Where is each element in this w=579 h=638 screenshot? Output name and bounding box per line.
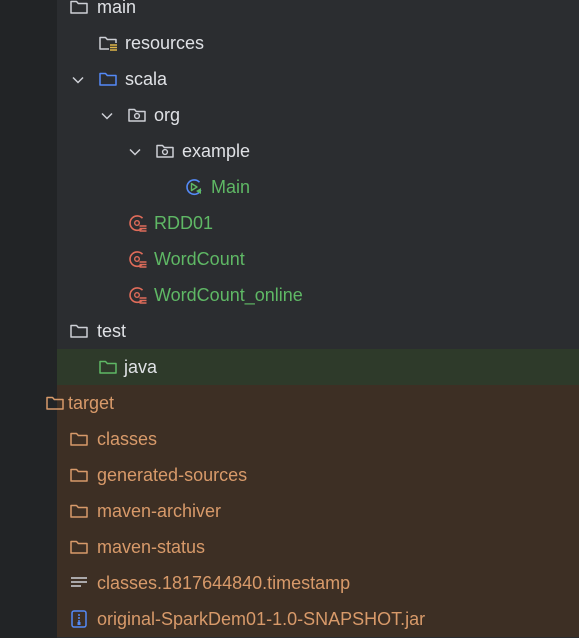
tree-item-label: target [68, 393, 115, 413]
tree-item-label: original-SparkDem01-1.0-SNAPSHOT.jar [97, 609, 426, 629]
tree-item-jar-file[interactable]: original-SparkDem01-1.0-SNAPSHOT.jar [57, 601, 579, 637]
tree-item-label: WordCount [154, 249, 245, 269]
chevron-down-icon[interactable] [127, 144, 143, 160]
test-source-folder-icon [98, 357, 118, 377]
folder-icon [69, 537, 89, 557]
tree-item-main-object[interactable]: Main [0, 169, 579, 205]
chevron-down-icon[interactable] [70, 72, 86, 88]
tree-item-label: classes.1817644840.timestamp [97, 573, 351, 593]
tree-item-timestamp-file[interactable]: classes.1817644840.timestamp [57, 565, 579, 601]
tree-item-label: maven-status [97, 537, 206, 557]
tree-item-label: WordCount_online [154, 285, 303, 305]
text-file-icon [69, 573, 89, 593]
tree-item-maven-status[interactable]: maven-status [57, 529, 579, 565]
tree-item-label: generated-sources [97, 465, 248, 485]
tree-item-maven-archiver[interactable]: maven-archiver [57, 493, 579, 529]
runnable-object-icon [184, 177, 204, 197]
tree-item-java[interactable]: java [57, 349, 579, 385]
folder-icon [69, 0, 89, 17]
folder-icon [69, 501, 89, 521]
package-icon [155, 141, 175, 161]
tree-item-label: org [154, 105, 181, 125]
tree-item-generated-sources[interactable]: generated-sources [57, 457, 579, 493]
scala-object-icon [127, 213, 147, 233]
jar-icon [69, 609, 89, 629]
source-folder-icon [98, 69, 118, 89]
scala-object-icon [127, 249, 147, 269]
tree-item-org[interactable]: org [0, 97, 579, 133]
tree-item-label: resources [125, 33, 205, 53]
tree-item-label: main [97, 0, 137, 17]
tree-item-label: maven-archiver [97, 501, 222, 521]
tree-item-label: java [124, 357, 158, 377]
tree-item-label: classes [97, 429, 158, 449]
tree-item-label: scala [125, 69, 168, 89]
package-icon [127, 105, 147, 125]
tree-item-resources[interactable]: resources [0, 25, 579, 61]
resources-folder-icon [98, 33, 118, 53]
scala-object-icon [127, 285, 147, 305]
folder-icon [45, 393, 65, 413]
tree-item-scala[interactable]: scala [0, 61, 579, 97]
tree-item-label: Main [211, 177, 251, 197]
folder-icon [69, 321, 89, 341]
tree-item-classes[interactable]: classes [57, 421, 579, 457]
tree-item-test[interactable]: test [0, 313, 579, 349]
tree-item-target[interactable]: target [46, 385, 579, 421]
tree-item-rdd01[interactable]: RDD01 [0, 205, 579, 241]
tree-item-main[interactable]: main [0, 0, 579, 25]
folder-icon [69, 465, 89, 485]
tree-item-label: test [97, 321, 127, 341]
tree-item-example[interactable]: example [0, 133, 579, 169]
folder-icon [69, 429, 89, 449]
tree-item-label: example [182, 141, 251, 161]
tree-item-wordcount[interactable]: WordCount [0, 241, 579, 277]
tree-item-wordcount-online[interactable]: WordCount_online [0, 277, 579, 313]
chevron-down-icon[interactable] [99, 108, 115, 124]
tree-item-label: RDD01 [154, 213, 214, 233]
